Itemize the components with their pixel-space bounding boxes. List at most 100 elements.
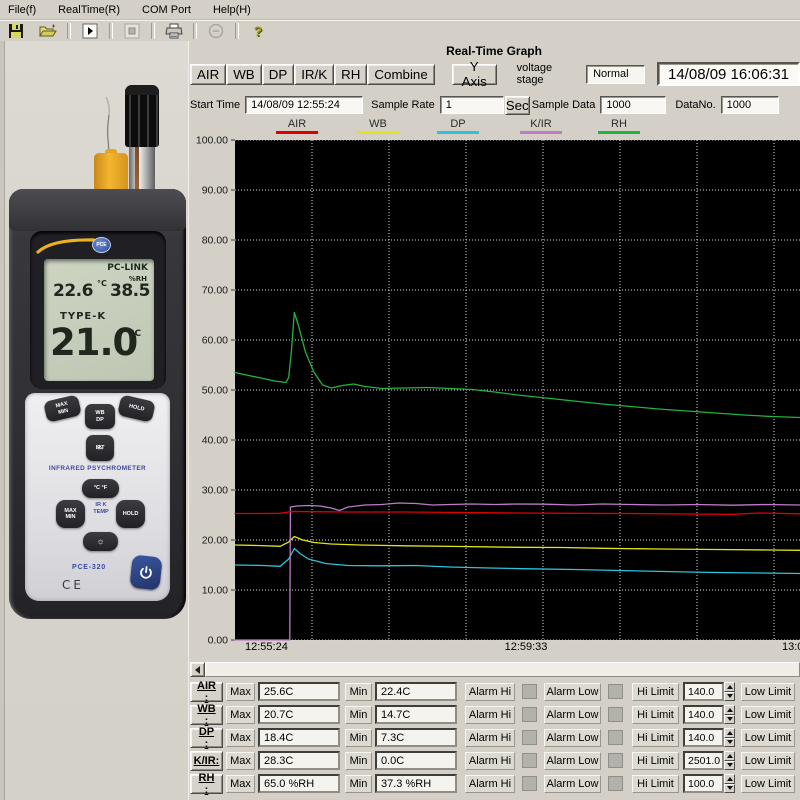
hi-limit-spinbox-dp: 140.0 [683,728,735,747]
alarm-low-led-wb [608,707,623,722]
menu-file[interactable]: File(f) [8,4,36,16]
y-tick-label: 90.00 [202,185,228,197]
reading-row-air: AIR : Max 25.6C Min 22.4C Alarm Hi Alarm… [190,680,800,703]
chart-scrollbar[interactable] [190,662,800,677]
legend-item-kir: K/IR [518,118,564,134]
max-label: Max [226,752,255,770]
menu-realtime[interactable]: RealTime(R) [58,4,120,16]
row-button-dp[interactable]: DP : [190,728,223,748]
hi-limit-spinbox-rh: 100.0 [683,774,735,793]
lcd-main-value: 21.0 [50,321,137,364]
legend-swatch-kir [520,131,562,134]
y-tick-label: 20.00 [202,535,228,547]
hi-limit-label: Hi Limit [632,706,679,724]
start-time-label: Start Time [190,99,240,111]
device-hold-nav-button: HOLD [116,500,145,528]
menu-help[interactable]: Help(H) [213,4,251,16]
channel-button-wb[interactable]: WB [226,64,261,85]
sample-data-label: Sample Data [532,99,596,111]
power-icon [137,564,155,582]
sample-rate-input[interactable]: 1 [440,96,504,114]
help-button[interactable]: ? [245,21,271,40]
max-label: Max [226,706,255,724]
hi-limit-label: Hi Limit [632,752,679,770]
alarm-hi-led-dp [522,730,537,745]
hi-limit-value-kir[interactable]: 2501.0 [683,751,724,770]
print-button[interactable] [161,21,187,40]
hi-limit-value-air[interactable]: 140.0 [683,682,724,701]
alarm-hi-label: Alarm Hi [465,683,515,701]
legend-label: WB [369,118,387,130]
device-power-button [129,555,162,591]
up-arrow-icon [727,777,733,781]
scroll-left-button[interactable] [190,662,205,677]
lcd-humidity: 38.5 [110,281,150,301]
spin-down-button[interactable] [724,715,735,725]
pause-button-disabled [203,21,229,40]
min-label: Min [345,706,372,724]
row-button-rh[interactable]: RH : [190,774,223,794]
low-limit-label: Low Limit [741,706,795,724]
y-tick-label: 10.00 [202,585,228,597]
max-label: Max [226,775,255,793]
channel-button-air[interactable]: AIR [190,64,226,85]
x-tick-mid: 12:59:33 [505,641,548,653]
spin-down-button[interactable] [724,784,735,794]
sample-data-value[interactable]: 1000 [600,96,666,114]
sec-button[interactable]: Sec [505,96,530,115]
row-button-air[interactable]: AIR : [190,682,223,702]
alarm-low-led-rh [608,776,623,791]
spin-down-button[interactable] [724,761,735,771]
lcd-display: PC-LINK %RH 22.6 °C 38.5 TYPE-K 21.0 °C [44,259,154,381]
left-arrow-icon [195,666,200,674]
spin-up-button[interactable] [724,728,735,738]
open-button[interactable] [35,21,61,40]
y-axis-button[interactable]: Y Axis [452,64,497,85]
alarm-low-led-kir [608,753,623,768]
legend-item-wb: WB [355,118,401,134]
scrollbar-track[interactable] [205,662,800,677]
spin-down-button[interactable] [724,738,735,748]
toolbar-separator [193,23,197,39]
channel-button-rh[interactable]: RH [334,64,367,85]
device-shoulder [9,189,186,231]
channel-button-irk[interactable]: IR/K [294,64,334,85]
toolbar-separator [235,23,239,39]
legend-swatch-air [276,131,318,134]
toolbar-separator [109,23,113,39]
hi-limit-value-wb[interactable]: 140.0 [683,705,724,724]
lcd-main-unit: °C [130,329,141,339]
legend-label: AIR [288,118,306,130]
min-label: Min [345,683,372,701]
alarm-hi-led-wb [522,707,537,722]
spin-up-button[interactable] [724,705,735,715]
alarm-low-label: Alarm Low [544,752,601,770]
chart-legend: AIR WB DP K/IR RH [188,118,800,135]
alarm-low-led-air [608,684,623,699]
data-no-label: DataNo. [675,99,715,111]
device-photo-panel: PCE PC-LINK %RH 22.6 °C 38.5 TYPE-K 21.0… [0,41,192,800]
low-limit-label: Low Limit [741,683,795,701]
spin-up-button[interactable] [724,682,735,692]
device-wbdp-button: WB DP [85,404,115,429]
menu-com-port[interactable]: COM Port [142,4,191,16]
hi-limit-value-rh[interactable]: 100.0 [683,774,724,793]
channel-button-dp[interactable]: DP [262,64,295,85]
y-tick-label: 50.00 [202,385,228,397]
spin-up-button[interactable] [724,774,735,784]
down-arrow-icon [727,740,733,744]
spin-down-button[interactable] [724,692,735,702]
hi-limit-value-dp[interactable]: 140.0 [683,728,724,747]
save-button[interactable] [3,21,29,40]
row-button-wb[interactable]: WB : [190,705,223,725]
spin-up-button[interactable] [724,751,735,761]
channel-button-combine[interactable]: Combine [367,64,434,85]
legend-swatch-rh [598,131,640,134]
play-button[interactable] [77,21,103,40]
max-value-air: 25.6C [258,682,340,701]
alarm-hi-led-air [522,684,537,699]
save-icon [8,23,24,39]
row-button-kir[interactable]: K/IR: [190,751,223,771]
device-model-label: PCE-320 [44,564,134,571]
up-arrow-icon [727,754,733,758]
